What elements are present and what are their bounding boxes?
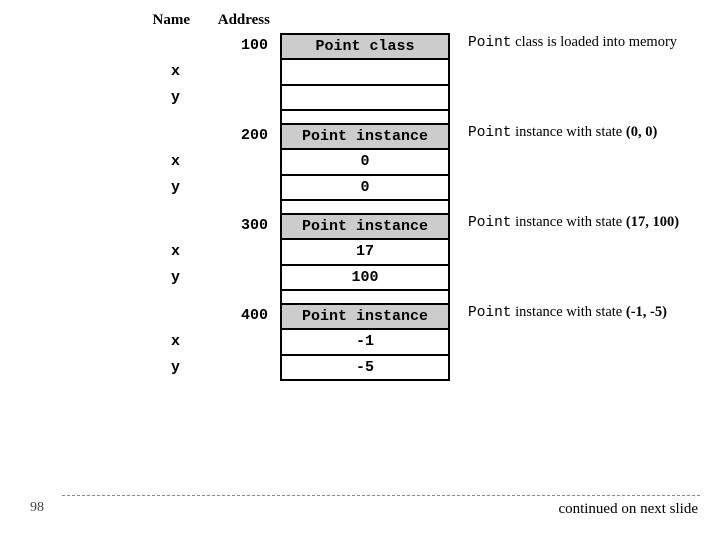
row-name xyxy=(0,303,200,329)
column-headers: Name Address xyxy=(0,12,720,29)
memory-cell: 0 xyxy=(280,149,450,175)
row-name: y xyxy=(0,265,200,291)
memory-row: y xyxy=(0,85,720,111)
row-description: Point instance with state (17, 100) xyxy=(450,213,680,239)
row-description: Point instance with state (0, 0) xyxy=(450,123,680,149)
row-description xyxy=(450,59,680,85)
row-name xyxy=(0,123,200,149)
memory-gap xyxy=(0,111,720,123)
row-address: 200 xyxy=(200,123,280,149)
desc-text: instance with state xyxy=(512,214,626,230)
row-description xyxy=(450,175,680,201)
row-description xyxy=(450,265,680,291)
header-name: Name xyxy=(0,12,200,29)
desc-state: (-1, -5) xyxy=(626,304,667,320)
row-address xyxy=(200,85,280,111)
row-description: Point class is loaded into memory xyxy=(450,33,680,59)
memory-gap xyxy=(0,201,720,213)
row-address: 300 xyxy=(200,213,280,239)
memory-row: x xyxy=(0,59,720,85)
memory-row: 300 Point instance Point instance with s… xyxy=(0,213,720,239)
row-name: x xyxy=(0,329,200,355)
row-address xyxy=(200,265,280,291)
desc-code: Point xyxy=(468,305,512,321)
memory-cell: 17 xyxy=(280,239,450,265)
row-name xyxy=(0,33,200,59)
row-name: y xyxy=(0,355,200,381)
memory-row: y 100 xyxy=(0,265,720,291)
row-description xyxy=(450,355,680,381)
memory-row: x -1 xyxy=(0,329,720,355)
footer-divider xyxy=(62,495,700,496)
row-address xyxy=(200,175,280,201)
row-name: x xyxy=(0,239,200,265)
memory-row: y 0 xyxy=(0,175,720,201)
row-address: 100 xyxy=(200,33,280,59)
row-address xyxy=(200,239,280,265)
row-address xyxy=(200,149,280,175)
row-name xyxy=(0,213,200,239)
desc-text: instance with state xyxy=(512,304,626,320)
row-description xyxy=(450,85,680,111)
row-address xyxy=(200,355,280,381)
row-description xyxy=(450,239,680,265)
row-address xyxy=(200,329,280,355)
desc-state: (0, 0) xyxy=(626,124,657,140)
memory-cell xyxy=(280,85,450,111)
memory-row: 100 Point class Point class is loaded in… xyxy=(0,33,720,59)
row-description: Point instance with state (-1, -5) xyxy=(450,303,680,329)
header-address: Address xyxy=(200,12,280,29)
memory-diagram: Name Address 100 Point class Point class… xyxy=(0,0,720,381)
desc-text: class is loaded into memory xyxy=(512,34,678,50)
memory-row: 400 Point instance Point instance with s… xyxy=(0,303,720,329)
memory-gap xyxy=(0,291,720,303)
row-address: 400 xyxy=(200,303,280,329)
slide-number: 98 xyxy=(30,500,44,516)
row-name: y xyxy=(0,85,200,111)
memory-cell: -5 xyxy=(280,355,450,381)
memory-row: x 17 xyxy=(0,239,720,265)
continued-text: continued on next slide xyxy=(558,501,698,518)
row-name: x xyxy=(0,149,200,175)
memory-row: y -5 xyxy=(0,355,720,381)
row-description xyxy=(450,149,680,175)
row-address xyxy=(200,59,280,85)
memory-cell-header: Point instance xyxy=(280,213,450,239)
memory-cell-header: Point instance xyxy=(280,123,450,149)
memory-cell: -1 xyxy=(280,329,450,355)
desc-code: Point xyxy=(468,35,512,51)
row-description xyxy=(450,329,680,355)
memory-row: 200 Point instance Point instance with s… xyxy=(0,123,720,149)
row-name: x xyxy=(0,59,200,85)
memory-cell xyxy=(280,59,450,85)
memory-cell-header: Point instance xyxy=(280,303,450,329)
row-name: y xyxy=(0,175,200,201)
memory-cell: 100 xyxy=(280,265,450,291)
memory-cell: 0 xyxy=(280,175,450,201)
desc-text: instance with state xyxy=(512,124,626,140)
desc-code: Point xyxy=(468,125,512,141)
memory-cell-header: Point class xyxy=(280,33,450,59)
desc-code: Point xyxy=(468,215,512,231)
memory-row: x 0 xyxy=(0,149,720,175)
desc-state: (17, 100) xyxy=(626,214,679,230)
